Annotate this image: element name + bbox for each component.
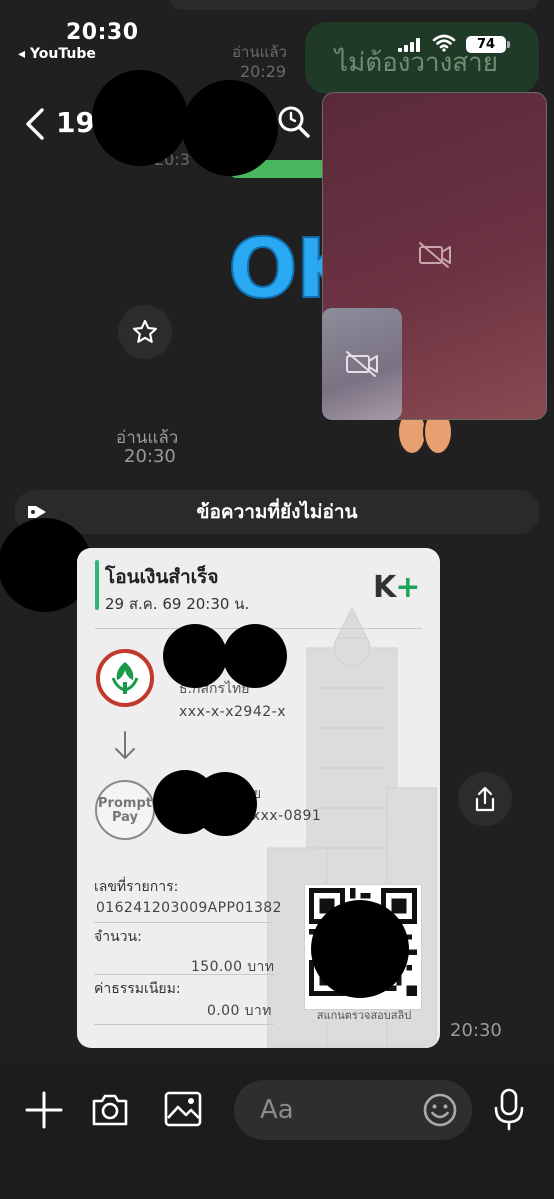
self-video-preview[interactable] — [322, 308, 402, 420]
promptpay-logo: Prompt Pay — [95, 780, 155, 840]
read-receipt-time: 20:30 — [124, 446, 176, 467]
slip-date: 29 ส.ค. 69 20:30 น. — [105, 595, 250, 613]
slip-message-time: 20:30 — [450, 1020, 502, 1041]
favorite-sticker-button[interactable] — [118, 305, 172, 359]
kasikorn-bank-logo — [96, 649, 154, 707]
plus-icon[interactable] — [24, 1090, 64, 1130]
unread-divider-row: ข้อความที่ยังไม่อ่าน — [0, 490, 554, 534]
back-to-app-link[interactable]: ◂ YouTube — [18, 46, 96, 62]
transfer-slip-image[interactable]: โอนเงินสำเร็จ 29 ส.ค. 69 20:30 น. K+ ธ.ก… — [77, 548, 440, 1048]
signal-icon — [398, 38, 420, 52]
wifi-icon — [432, 34, 456, 52]
fee-label: ค่าธรรมเนียม: — [94, 981, 181, 997]
redaction-mark — [311, 900, 409, 998]
slip-accent-bar — [95, 560, 99, 610]
redaction-mark — [163, 624, 227, 688]
slip-row-divider — [94, 922, 274, 923]
fee-value: 0.00 บาท — [207, 1003, 272, 1019]
kplus-logo-k: K — [373, 570, 396, 605]
previous-message-bubble — [168, 0, 540, 10]
chat-title[interactable]: 19 — [56, 106, 95, 139]
slip-row-divider — [94, 974, 274, 975]
redaction-mark — [182, 80, 278, 176]
redaction-mark — [92, 70, 188, 166]
slip-row-divider — [94, 1024, 274, 1025]
star-icon — [132, 319, 158, 343]
chevron-left-icon[interactable] — [22, 106, 50, 142]
qr-caption: สแกนตรวจสอบสลิป — [316, 1009, 412, 1022]
redaction-mark — [223, 624, 287, 688]
search-icon[interactable] — [276, 104, 312, 140]
emoji-icon[interactable] — [422, 1092, 458, 1128]
sender-account-number: xxx-x-x2942-x — [179, 704, 286, 720]
status-time: 20:30 — [66, 20, 139, 45]
previous-message-bubble[interactable]: ไม่ต้องวางสาย — [305, 22, 539, 94]
previous-read-time: 20:29 — [240, 62, 287, 81]
camera-icon[interactable] — [90, 1090, 130, 1130]
battery-indicator: 74 — [466, 36, 510, 53]
reference-label: เลขที่รายการ: — [94, 879, 179, 895]
arrow-down-icon — [115, 731, 135, 759]
slip-title: โอนเงินสำเร็จ — [105, 566, 219, 588]
camera-off-icon — [419, 242, 451, 268]
share-icon — [475, 786, 495, 812]
kplus-logo: K+ — [373, 570, 420, 605]
kplus-logo-plus: + — [395, 570, 420, 605]
unread-divider-label: ข้อความที่ยังไม่อ่าน — [196, 501, 358, 523]
camera-off-icon — [346, 351, 378, 377]
microphone-icon[interactable] — [492, 1088, 526, 1132]
image-icon[interactable] — [162, 1088, 204, 1130]
amount-label: จำนวน: — [94, 929, 142, 945]
reference-number: 016241203009APP01382 — [96, 900, 282, 916]
redaction-mark — [193, 772, 257, 836]
share-button[interactable] — [458, 772, 512, 826]
previous-read-label: อ่านแล้ว — [232, 43, 287, 61]
